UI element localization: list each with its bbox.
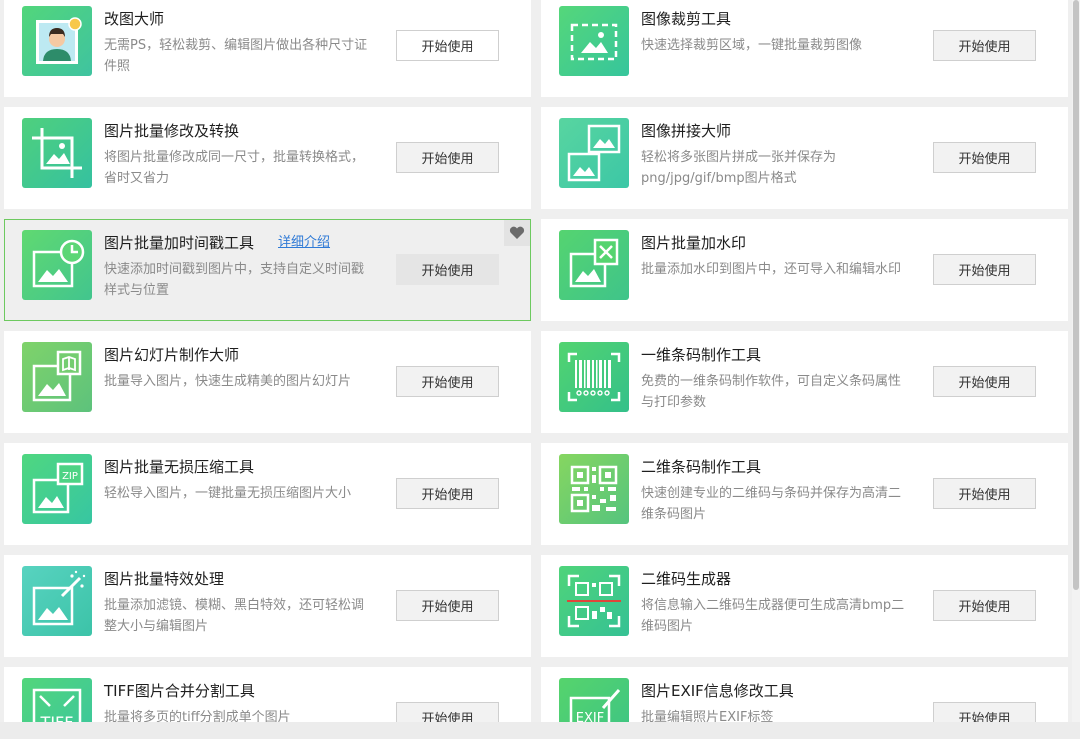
tool-card[interactable]: 图片批量加水印 批量添加水印到图片中，还可导入和编辑水印 开始使用 xyxy=(541,219,1068,321)
tool-card[interactable]: 图像拼接大师 轻松将多张图片拼成一张并保存为png/jpg/gif/bmp图片格… xyxy=(541,107,1068,209)
start-button[interactable]: 开始使用 xyxy=(933,30,1036,61)
tool-title: 二维条码制作工具 xyxy=(641,458,762,476)
image-watermark-icon xyxy=(559,230,629,300)
tool-title: 一维条码制作工具 xyxy=(641,346,762,364)
heart-icon[interactable] xyxy=(504,220,530,246)
tool-description: 批量将多页的tiff分割成单个图片 xyxy=(104,710,291,722)
start-button[interactable]: 开始使用 xyxy=(396,366,499,397)
crop-resize-icon xyxy=(22,118,92,188)
barcode-icon xyxy=(559,342,629,412)
scrollbar-thumb[interactable] xyxy=(1073,0,1079,590)
start-button[interactable]: 开始使用 xyxy=(933,254,1036,285)
tool-description: 轻松将多张图片拼成一张并保存为png/jpg/gif/bmp图片格式 xyxy=(641,150,837,186)
start-button[interactable]: 开始使用 xyxy=(396,254,499,285)
qr-scan-icon xyxy=(559,566,629,636)
tool-description: 将图片批量修改成同一尺寸，批量转换格式，省时又省力 xyxy=(104,150,365,186)
details-link[interactable]: 详细介绍 xyxy=(278,233,330,253)
tiff-icon: TIFF xyxy=(22,678,92,722)
image-zip-icon: ZIP xyxy=(22,454,92,524)
vertical-scrollbar[interactable] xyxy=(1072,0,1080,722)
tool-card[interactable]: TIFF TIFF图片合并分割工具 批量将多页的tiff分割成单个图片 开始使用 xyxy=(4,667,531,722)
tool-description: 批量导入图片，快速生成精美的图片幻灯片 xyxy=(104,374,352,389)
tool-title: 图片批量无损压缩工具 xyxy=(104,458,255,476)
tool-title: 图片幻灯片制作大师 xyxy=(104,346,240,364)
tool-description: 快速创建专业的二维码与条码并保存为高清二维条码图片 xyxy=(641,486,902,522)
tool-description: 无需PS，轻松裁剪、编辑图片做出各种尺寸证件照 xyxy=(104,38,368,74)
start-button[interactable]: 开始使用 xyxy=(396,142,499,173)
start-button[interactable]: 开始使用 xyxy=(933,590,1036,621)
tool-title: 图像裁剪工具 xyxy=(641,10,732,28)
start-button[interactable]: 开始使用 xyxy=(933,142,1036,173)
tool-title: 图片EXIF信息修改工具 xyxy=(641,682,794,700)
portrait-id-photo-icon xyxy=(22,6,92,76)
qr-code-icon xyxy=(559,454,629,524)
tool-card[interactable]: 改图大师 无需PS，轻松裁剪、编辑图片做出各种尺寸证件照 开始使用 xyxy=(4,0,531,97)
tool-title: 图片批量加水印 xyxy=(641,234,747,252)
start-button[interactable]: 开始使用 xyxy=(933,478,1036,509)
tool-title: 图片批量修改及转换 xyxy=(104,122,240,140)
tool-card[interactable]: 一维条码制作工具 免费的一维条码制作软件，可自定义条码属性与打印参数 开始使用 xyxy=(541,331,1068,433)
tool-card[interactable]: 图像裁剪工具 快速选择裁剪区域，一键批量裁剪图像 开始使用 xyxy=(541,0,1068,97)
tool-title: 二维码生成器 xyxy=(641,570,732,588)
image-stitch-icon xyxy=(559,118,629,188)
tool-grid: 改图大师 无需PS，轻松裁剪、编辑图片做出各种尺寸证件照 开始使用 图像裁剪工具… xyxy=(0,0,1072,722)
image-clock-icon xyxy=(22,230,92,300)
tool-description: 快速添加时间戳到图片中，支持自定义时间戳样式与位置 xyxy=(104,262,365,298)
tool-title: 图片批量加时间戳工具 xyxy=(104,234,255,252)
crop-frame-icon xyxy=(559,6,629,76)
tool-title: 图片批量特效处理 xyxy=(104,570,225,588)
tool-card[interactable]: 图片批量特效处理 批量添加滤镜、模糊、黑白特效，还可轻松调整大小与编辑图片 开始… xyxy=(4,555,531,657)
tool-title: 改图大师 xyxy=(104,10,165,28)
tool-description: 快速选择裁剪区域，一键批量裁剪图像 xyxy=(641,38,863,53)
tool-card[interactable]: 图片批量加时间戳工具 详细介绍 快速添加时间戳到图片中，支持自定义时间戳样式与位… xyxy=(4,219,531,321)
tool-description: 将信息输入二维码生成器便可生成高清bmp二维码图片 xyxy=(641,598,905,634)
tool-card[interactable]: 图片批量修改及转换 将图片批量修改成同一尺寸，批量转换格式，省时又省力 开始使用 xyxy=(4,107,531,209)
tool-title: TIFF图片合并分割工具 xyxy=(104,682,255,700)
start-button[interactable]: 开始使用 xyxy=(396,30,499,61)
tool-card[interactable]: ZIP 图片批量无损压缩工具 轻松导入图片，一键批量无损压缩图片大小 开始使用 xyxy=(4,443,531,545)
svg-text:ZIP: ZIP xyxy=(62,471,78,482)
start-button[interactable]: 开始使用 xyxy=(933,702,1036,722)
start-button[interactable]: 开始使用 xyxy=(396,702,499,722)
tool-card[interactable]: 二维条码制作工具 快速创建专业的二维码与条码并保存为高清二维条码图片 开始使用 xyxy=(541,443,1068,545)
tool-description: 批量编辑照片EXIF标签 xyxy=(641,710,774,722)
tool-card[interactable]: EXIF 图片EXIF信息修改工具 批量编辑照片EXIF标签 开始使用 xyxy=(541,667,1068,722)
tool-description: 轻松导入图片，一键批量无损压缩图片大小 xyxy=(104,486,352,501)
svg-text:EXIF: EXIF xyxy=(576,711,604,722)
svg-text:TIFF: TIFF xyxy=(40,713,74,722)
start-button[interactable]: 开始使用 xyxy=(396,590,499,621)
image-magic-wand-icon xyxy=(22,566,92,636)
tool-description: 批量添加水印到图片中，还可导入和编辑水印 xyxy=(641,262,902,277)
tool-card[interactable]: 二维码生成器 将信息输入二维码生成器便可生成高清bmp二维码图片 开始使用 xyxy=(541,555,1068,657)
image-slideshow-icon xyxy=(22,342,92,412)
tool-card[interactable]: 图片幻灯片制作大师 批量导入图片，快速生成精美的图片幻灯片 开始使用 xyxy=(4,331,531,433)
exif-edit-icon: EXIF xyxy=(559,678,629,722)
bottom-bar xyxy=(0,722,1080,739)
start-button[interactable]: 开始使用 xyxy=(396,478,499,509)
tool-description: 批量添加滤镜、模糊、黑白特效，还可轻松调整大小与编辑图片 xyxy=(104,598,365,634)
tool-description: 免费的一维条码制作软件，可自定义条码属性与打印参数 xyxy=(641,374,902,410)
start-button[interactable]: 开始使用 xyxy=(933,366,1036,397)
tool-title: 图像拼接大师 xyxy=(641,122,732,140)
